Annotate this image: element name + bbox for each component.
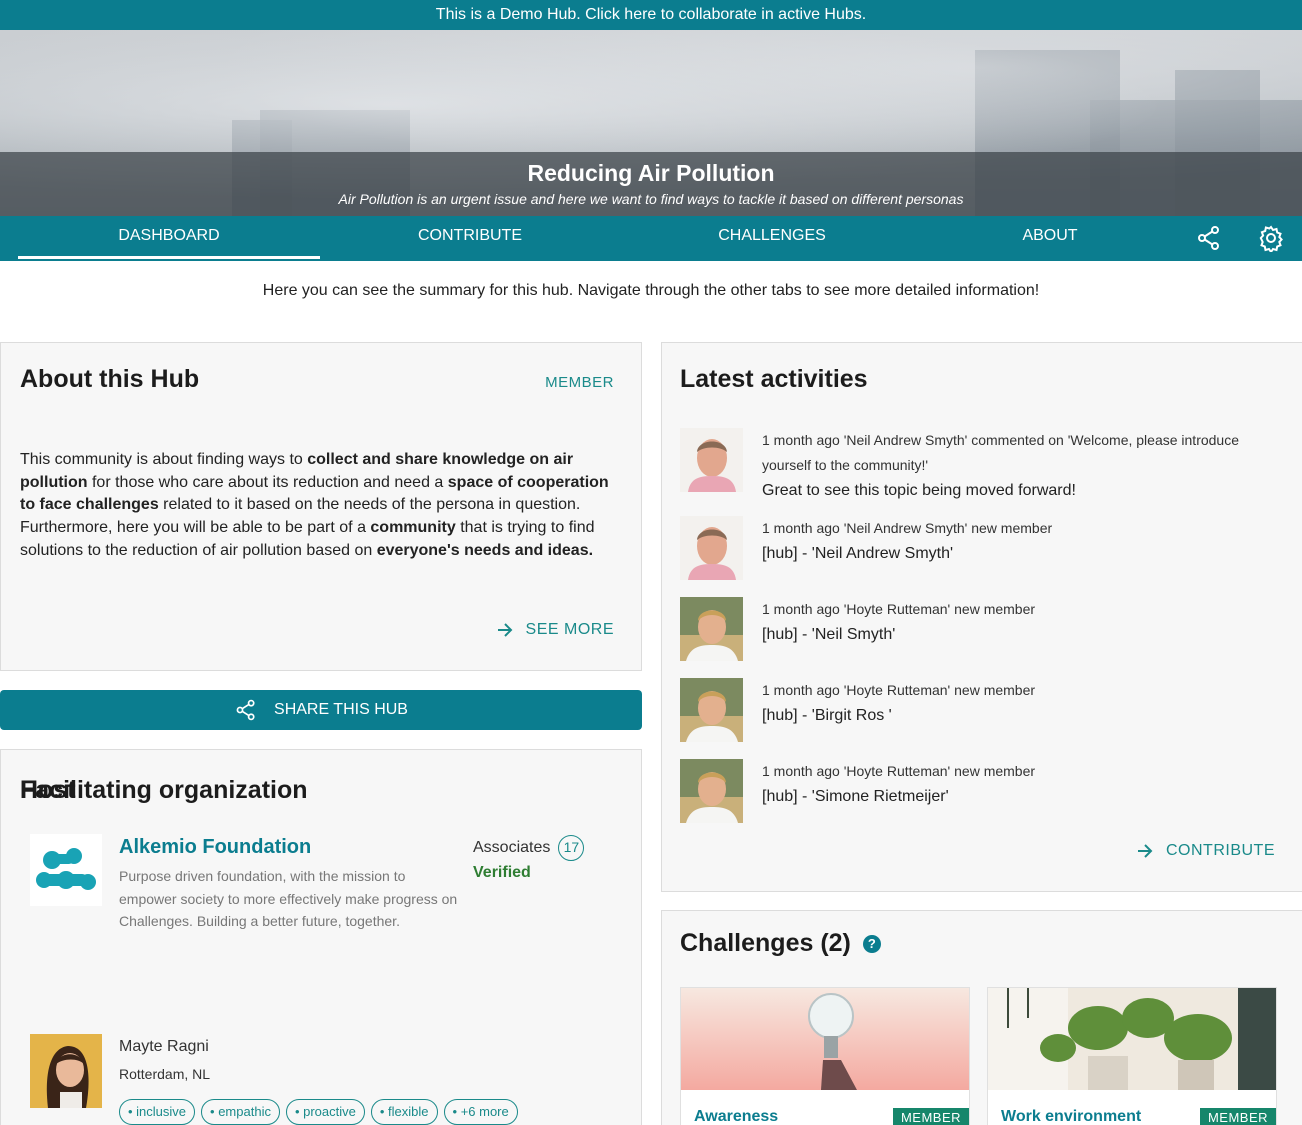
user-avatar[interactable] <box>680 759 743 823</box>
share-hub-button[interactable]: SHARE THIS HUB <box>0 690 642 730</box>
challenge-card-awareness[interactable]: Awareness MEMBER <box>680 987 970 1125</box>
contribute-link[interactable]: CONTRIBUTE <box>1136 842 1275 860</box>
tab-contribute[interactable]: CONTRIBUTE <box>320 216 620 261</box>
arrow-right-icon <box>497 623 512 637</box>
hub-title: Reducing Air Pollution <box>527 160 775 186</box>
tab-about[interactable]: ABOUT <box>900 216 1200 261</box>
activity-message: [hub] - 'Simone Rietmeijer' <box>762 788 949 805</box>
latest-activities-card: Latest activities 1 month ago 'Neil Andr… <box>661 342 1302 892</box>
tag-label: empathic <box>218 1104 271 1119</box>
challenges-card: Challenges (2) ? Awareness MEMBER Work e… <box>661 910 1302 1125</box>
banner-title-strip: Reducing Air Pollution Air Pollution is … <box>0 152 1302 216</box>
tag-chip[interactable]: • flexible <box>370 1099 438 1125</box>
member-badge: MEMBER <box>1199 1108 1276 1125</box>
about-hub-card: About this Hub MEMBER This community is … <box>0 342 642 671</box>
activity-item: 1 month ago 'Hoyte Rutteman' new member … <box>680 678 1280 742</box>
activity-meta: 1 month ago 'Hoyte Rutteman' new member <box>762 601 1036 617</box>
host-tags: • inclusive • empathic • proactive • fle… <box>119 1099 518 1125</box>
tag-label: proactive <box>303 1104 356 1119</box>
tag-label: flexible <box>388 1104 429 1119</box>
dashboard-summary-text: Here you can see the summary for this hu… <box>262 282 1040 299</box>
demo-hub-banner-link[interactable]: This is a Demo Hub. Click here to collab… <box>0 0 1302 30</box>
org-description: Purpose driven foundation, with the miss… <box>119 868 458 929</box>
tab-dashboard[interactable]: DASHBOARD <box>18 216 320 261</box>
host-location: Rotterdam, NL <box>119 1066 211 1082</box>
tag-label: inclusive <box>136 1104 187 1119</box>
member-badge: MEMBER <box>892 1108 969 1125</box>
challenge-card-work-environment[interactable]: Work environment MEMBER <box>987 987 1277 1125</box>
hub-tab-bar: DASHBOARD CONTRIBUTE CHALLENGES ABOUT <box>0 216 1302 261</box>
alkemio-logo <box>30 834 102 906</box>
challenge-image <box>988 988 1276 1090</box>
activity-meta: 1 month ago 'Neil Andrew Smyth' new memb… <box>762 520 1053 536</box>
activity-meta: 1 month ago 'Hoyte Rutteman' new member <box>762 682 1036 698</box>
associates-count: 17 <box>558 835 585 861</box>
user-avatar[interactable] <box>680 678 743 742</box>
see-more-label: SEE MORE <box>525 621 614 638</box>
activity-message: [hub] - 'Neil Smyth' <box>762 626 896 643</box>
tag-chip[interactable]: • proactive <box>285 1099 365 1125</box>
challenges-heading: Challenges (2) ? <box>680 929 881 958</box>
about-hub-title: About this Hub <box>20 365 200 393</box>
host-title: Host <box>20 776 76 804</box>
user-avatar[interactable] <box>680 597 743 661</box>
about-hub-description: This community is about finding ways to … <box>20 449 624 563</box>
see-more-link[interactable]: SEE MORE <box>496 621 614 639</box>
activity-item: 1 month ago 'Hoyte Rutteman' new member … <box>680 759 1280 823</box>
user-avatar[interactable] <box>680 428 743 492</box>
org-name-link[interactable]: Alkemio Foundation <box>119 836 311 859</box>
membership-role: MEMBER <box>545 374 614 391</box>
share-icon <box>236 699 255 721</box>
host-name: Mayte Ragni <box>119 1038 209 1055</box>
activity-meta: 1 month ago 'Neil Andrew Smyth' commente… <box>762 432 1240 473</box>
facilitating-organization-card: Facilitating organization Alkemio Founda… <box>0 749 642 1125</box>
host-avatar[interactable] <box>30 1034 102 1108</box>
more-tags-chip[interactable]: • +6 more <box>443 1099 518 1125</box>
activity-item: 1 month ago 'Hoyte Rutteman' new member … <box>680 597 1280 661</box>
tab-challenges[interactable]: CHALLENGES <box>622 216 922 261</box>
desc-text: This community is about finding ways to <box>20 451 308 468</box>
desc-text: for those who care about its reduction a… <box>87 473 448 491</box>
activity-item: 1 month ago 'Neil Andrew Smyth' commente… <box>680 428 1280 499</box>
activity-message: [hub] - 'Neil Andrew Smyth' <box>762 545 954 562</box>
share-hub-label: SHARE THIS HUB <box>274 701 408 718</box>
contribute-label: CONTRIBUTE <box>1166 842 1275 859</box>
desc-bold: community <box>370 519 456 537</box>
hub-tagline: Air Pollution is an urgent issue and her… <box>338 191 964 207</box>
activity-meta: 1 month ago 'Hoyte Rutteman' new member <box>762 763 1036 779</box>
activity-message: [hub] - 'Birgit Ros ' <box>762 707 892 724</box>
tag-chip[interactable]: • inclusive <box>119 1099 196 1125</box>
settings-gear-icon[interactable] <box>1257 224 1285 254</box>
activity-message: Great to see this topic being moved forw… <box>762 482 1076 499</box>
user-avatar[interactable] <box>680 516 743 580</box>
help-icon[interactable]: ? <box>862 934 881 953</box>
desc-bold: everyone's needs and ideas. <box>376 541 594 559</box>
challenge-title: Awareness <box>694 1108 779 1125</box>
challenge-title: Work environment <box>1001 1108 1142 1125</box>
share-icon[interactable] <box>1195 224 1223 252</box>
tag-label: +6 more <box>460 1104 509 1119</box>
associates: Associates 17 <box>473 835 585 861</box>
verified-badge: Verified <box>473 864 531 881</box>
arrow-right-icon <box>1138 844 1153 858</box>
challenges-title: Challenges (2) <box>680 929 851 957</box>
latest-activities-title: Latest activities <box>680 365 868 393</box>
associates-label: Associates <box>473 839 551 856</box>
challenge-image <box>681 988 969 1090</box>
tag-chip[interactable]: • empathic <box>201 1099 280 1125</box>
hub-banner: Reducing Air Pollution Air Pollution is … <box>0 30 1302 216</box>
activity-item: 1 month ago 'Neil Andrew Smyth' new memb… <box>680 516 1280 580</box>
